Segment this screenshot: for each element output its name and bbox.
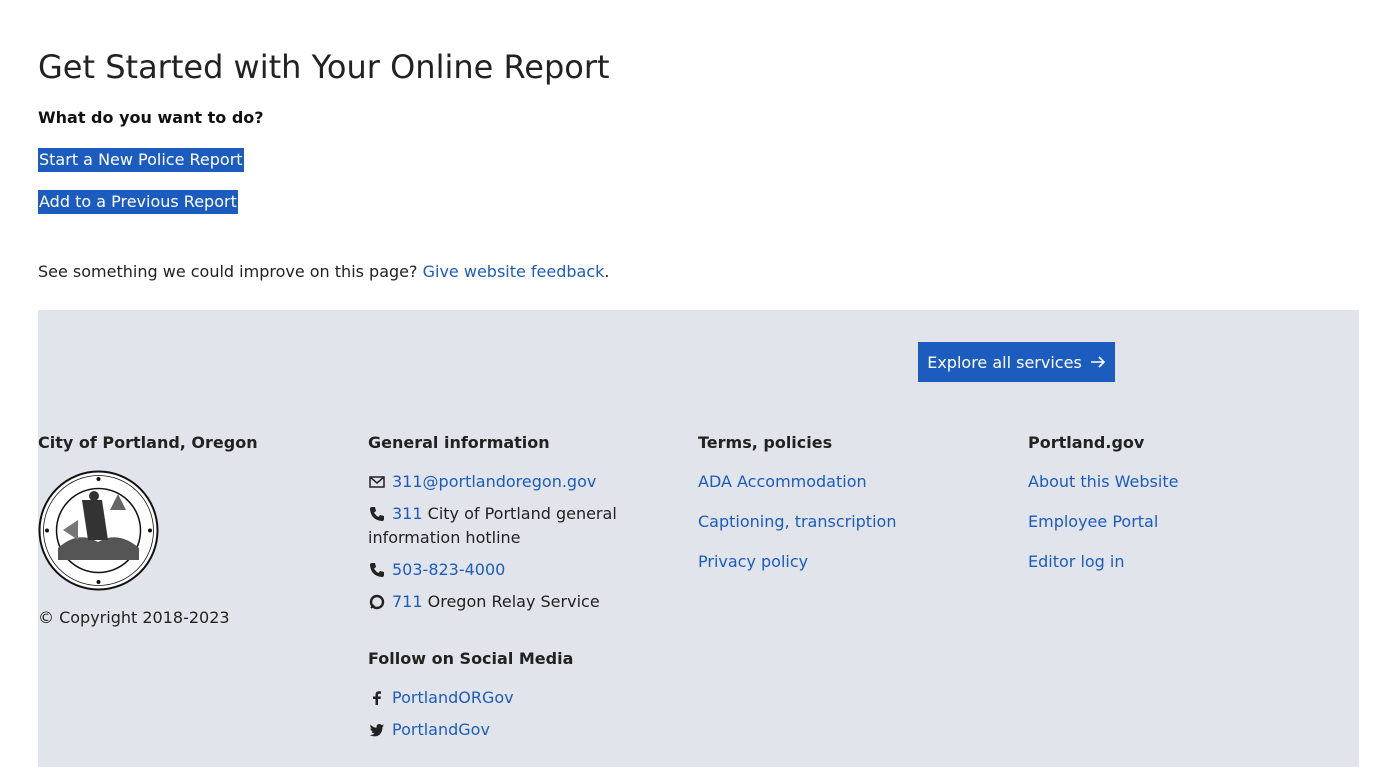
phone-icon <box>370 507 384 521</box>
explore-button-label: Explore all services <box>927 352 1082 372</box>
phone-icon <box>370 563 384 577</box>
email-row: 311@portlandoregon.gov <box>368 470 698 494</box>
twitter-row: PortlandGov <box>368 718 698 742</box>
terms-heading: Terms, policies <box>698 433 833 452</box>
main-phone-row: 503-823-4000 <box>368 558 698 582</box>
arrow-right-icon <box>1090 356 1105 368</box>
privacy-policy-link[interactable]: Privacy policy <box>698 550 808 574</box>
twitter-icon <box>369 724 384 737</box>
twitter-link[interactable]: PortlandGov <box>392 720 490 739</box>
phone-main-link[interactable]: 503-823-4000 <box>392 560 505 579</box>
email-link[interactable]: 311@portlandoregon.gov <box>392 472 596 491</box>
relay-711-link[interactable]: 711 <box>392 592 423 611</box>
facebook-row: PortlandORGov <box>368 686 698 710</box>
general-info-heading: General information <box>368 433 550 452</box>
envelope-icon <box>369 476 385 488</box>
feedback-suffix: . <box>604 262 610 281</box>
city-seal-icon <box>38 470 159 591</box>
explore-all-services-button[interactable]: Explore all services <box>918 342 1115 382</box>
social-media-heading: Follow on Social Media <box>368 649 574 668</box>
facebook-icon <box>373 691 381 705</box>
relay-service-icon <box>369 594 385 610</box>
feedback-line: See something we could improve on this p… <box>38 262 610 281</box>
ada-accommodation-link[interactable]: ADA Accommodation <box>698 470 867 494</box>
give-feedback-link[interactable]: Give website feedback <box>423 262 605 281</box>
question-label: What do you want to do? <box>38 108 264 127</box>
relay-row: 711 Oregon Relay Service <box>368 590 698 614</box>
hotline-row: 311 City of Portland general information… <box>368 502 698 550</box>
footer-general-column: General information 311@portlandoregon.g… <box>368 432 698 739</box>
editor-login-link[interactable]: Editor log in <box>1028 550 1125 574</box>
captioning-link[interactable]: Captioning, transcription <box>698 510 896 534</box>
footer-city-column: City of Portland, Oregon © Copyright 201… <box>38 432 368 627</box>
copyright-text: © Copyright 2018-2023 <box>38 608 230 627</box>
city-heading: City of Portland, Oregon <box>38 433 258 452</box>
site-footer: Explore all services City of Portland, O… <box>38 310 1359 767</box>
page-title: Get Started with Your Online Report <box>38 48 610 86</box>
start-new-report-link[interactable]: Start a New Police Report <box>38 148 244 172</box>
facebook-link[interactable]: PortlandORGov <box>392 688 514 707</box>
relay-description: Oregon Relay Service <box>427 592 600 611</box>
feedback-prefix: See something we could improve on this p… <box>38 262 418 281</box>
portland-gov-heading: Portland.gov <box>1028 433 1145 452</box>
phone-311-link[interactable]: 311 <box>392 504 423 523</box>
add-to-previous-report-link[interactable]: Add to a Previous Report <box>38 190 238 214</box>
footer-terms-column: Terms, policies ADA Accommodation Captio… <box>698 432 1028 571</box>
footer-portland-column: Portland.gov About this Website Employee… <box>1028 432 1358 571</box>
about-website-link[interactable]: About this Website <box>1028 470 1178 494</box>
employee-portal-link[interactable]: Employee Portal <box>1028 510 1158 534</box>
